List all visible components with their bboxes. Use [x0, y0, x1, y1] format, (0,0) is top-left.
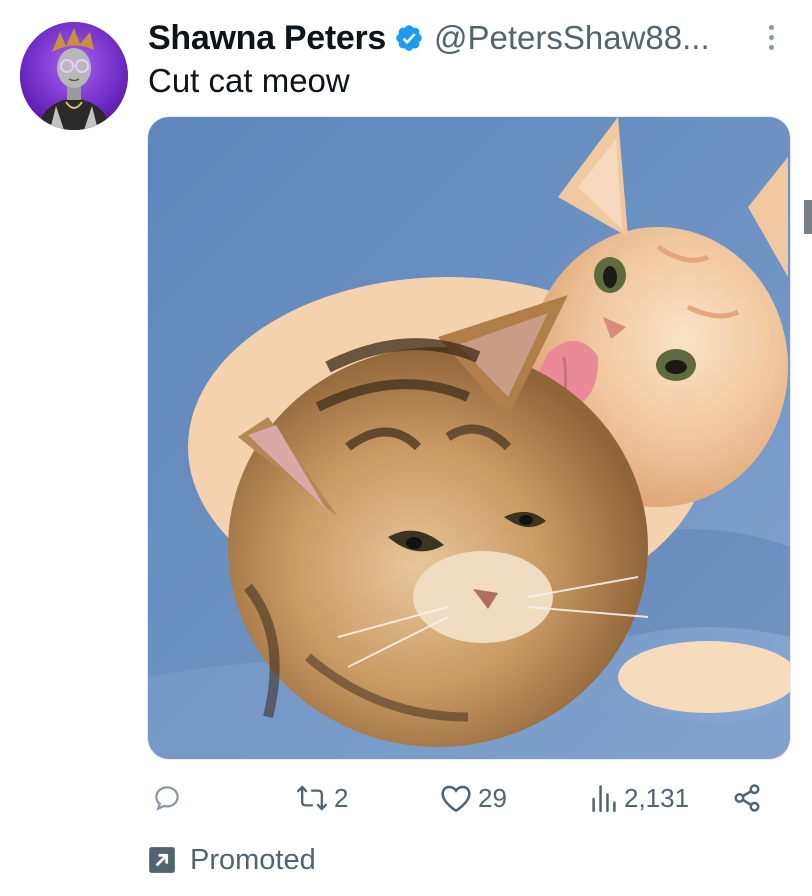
like-button[interactable]: 29 [440, 778, 507, 818]
promoted-label: Promoted [148, 840, 316, 880]
reply-button[interactable] [152, 778, 182, 818]
views-count: 2,131 [624, 782, 690, 813]
retweet-button[interactable]: 2 [296, 778, 348, 818]
tweet-text: Cut cat meow [148, 62, 350, 99]
share-icon [734, 784, 760, 812]
author-handle[interactable]: @PetersShaw88... [434, 19, 710, 57]
avatar-image [20, 22, 128, 130]
promoted-arrow-icon [149, 847, 175, 873]
author-avatar[interactable] [20, 22, 128, 130]
views-icon [592, 785, 616, 812]
reply-icon [155, 786, 179, 811]
share-button[interactable] [732, 778, 762, 818]
more-options-icon[interactable] [756, 20, 786, 54]
tweet-media-image[interactable] [147, 116, 791, 760]
retweet-count: 2 [334, 782, 349, 813]
heart-icon [441, 785, 471, 813]
tweet-header: Shawna Peters @PetersShaw88... [148, 16, 710, 60]
verified-badge-icon [394, 23, 424, 53]
author-display-name[interactable]: Shawna Peters [148, 19, 386, 58]
tweet-card: Shawna Peters @PetersShaw88... Cut cat m… [0, 0, 812, 896]
scrollbar-thumb[interactable] [804, 200, 812, 234]
like-count: 29 [478, 782, 507, 813]
views-button[interactable]: 2,131 [590, 778, 689, 818]
promoted-text: Promoted [190, 843, 316, 876]
retweet-icon [297, 785, 327, 811]
tweet-action-bar: 2 29 2,131 [0, 778, 812, 818]
